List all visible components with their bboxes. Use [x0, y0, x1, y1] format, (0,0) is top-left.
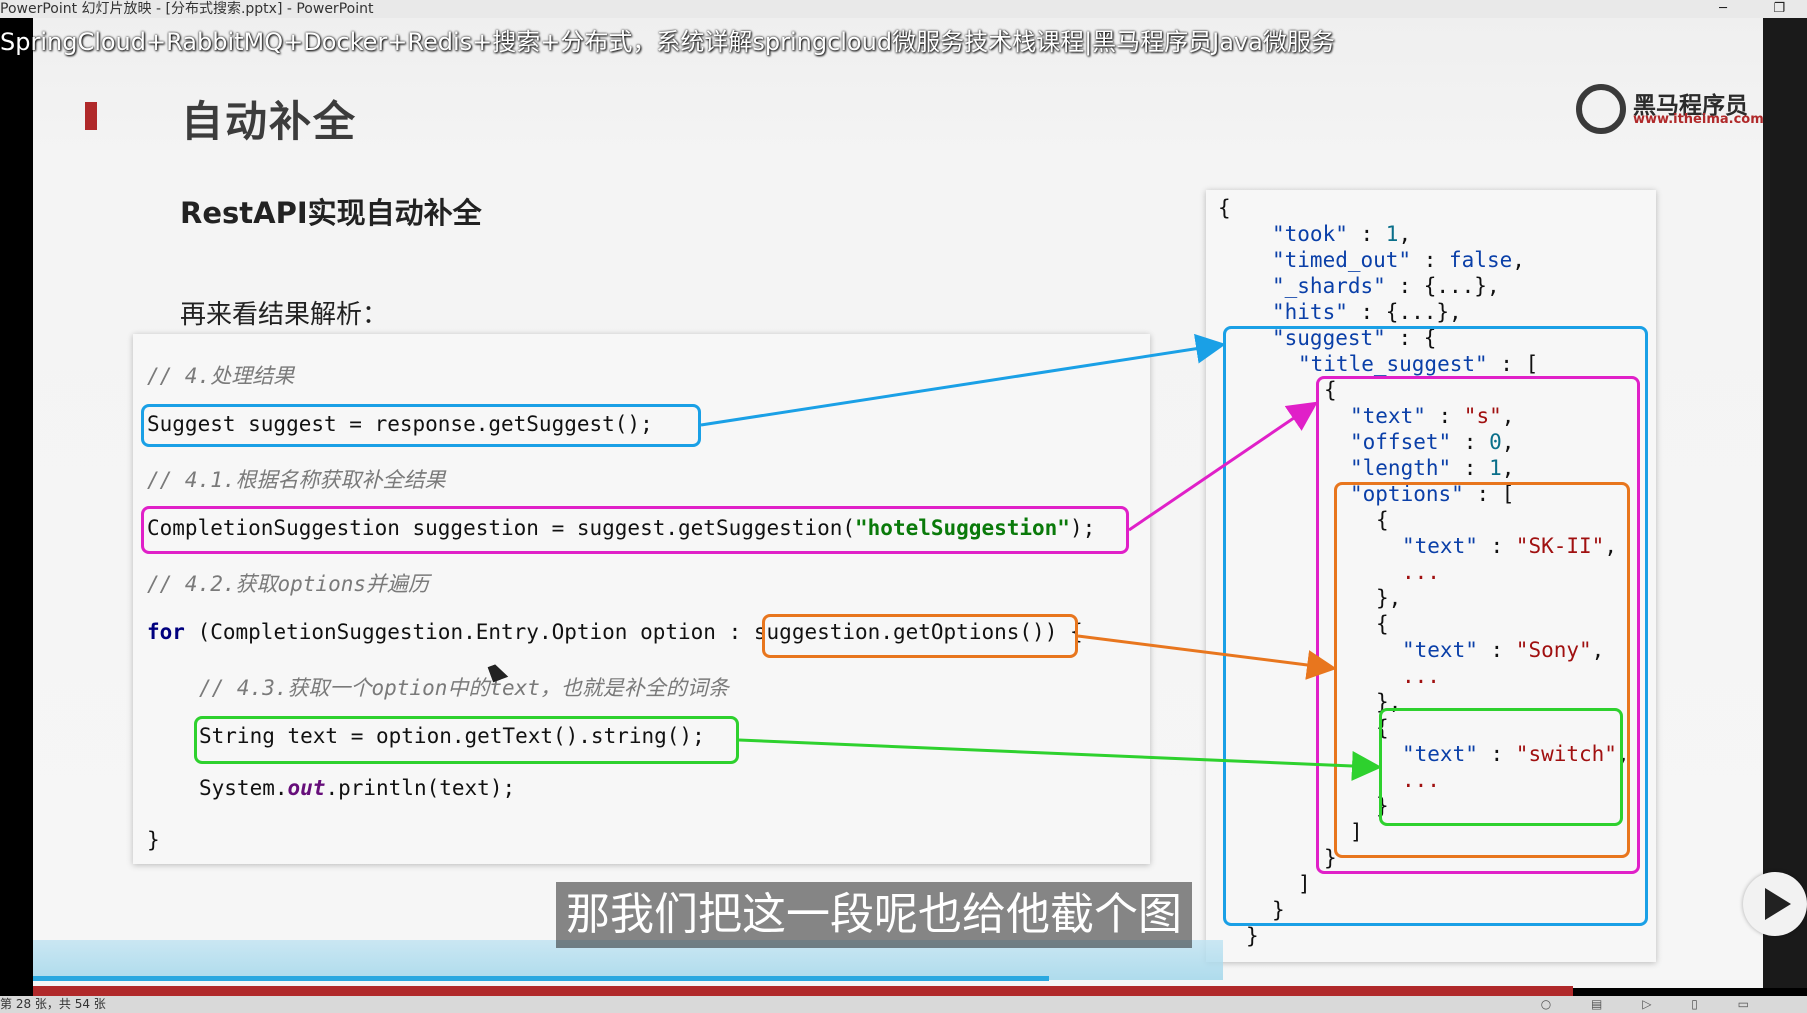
window-title-bar: PowerPoint 幻灯片放映 - [分布式搜索.pptx] - PowerP…: [0, 0, 1807, 18]
video-caption: 那我们把这一段呢也给他截个图: [556, 882, 1192, 948]
json-key: "timed_out": [1272, 248, 1412, 272]
json-value: 1: [1385, 222, 1399, 246]
json-line-hits: "hits" : {...},: [1272, 300, 1462, 324]
code-comment: // 4.2.获取options并遍历: [147, 572, 430, 596]
play-button[interactable]: [1743, 872, 1807, 936]
slide-title: 自动补全: [181, 97, 358, 146]
json-line-timed-out: "timed_out" : false,: [1272, 248, 1525, 272]
play-icon: [1765, 888, 1791, 920]
json-line-shards: "_shards" : {...},: [1272, 274, 1500, 298]
highlight-get-text-line: [194, 716, 739, 764]
json-value: {...}: [1385, 300, 1450, 324]
window-title: PowerPoint 幻灯片放映 - [分布式搜索.pptx] - PowerP…: [0, 1, 374, 17]
code-text: (CompletionSuggestion.Entry.Option optio…: [184, 620, 754, 644]
code-line-println: System.out.println(text);: [199, 776, 515, 800]
slide-counter: 第 28 张，共 54 张: [0, 997, 106, 1011]
slideshow-progress-track[interactable]: [33, 986, 1573, 996]
code-keyword: for: [147, 620, 185, 644]
highlight-suggest-line: [141, 404, 701, 447]
lead-text: 再来看结果解析：: [180, 300, 389, 330]
video-overlay-title: SpringCloud+RabbitMQ+Docker+Redis+搜索+分布式…: [0, 28, 1335, 56]
video-progress-bar[interactable]: [33, 976, 1050, 981]
json-key: "hits": [1272, 300, 1348, 324]
highlight-json-option: [1379, 708, 1623, 826]
json-line-took: "took" : 1,: [1272, 222, 1412, 246]
right-letterbox: [1763, 18, 1807, 988]
title-accent-bar: [85, 102, 97, 130]
highlight-get-suggestion-line: [141, 506, 1129, 554]
left-letterbox: [0, 18, 33, 988]
horse-logo-icon: [1576, 84, 1626, 134]
json-brace: {: [1218, 196, 1231, 220]
itheima-logo: 黑马程序员 www.itheima.com: [1576, 82, 1763, 134]
code-static-field: out: [287, 776, 326, 800]
code-comment: // 4.处理结果: [147, 364, 295, 388]
code-comment: // 4.3.获取一个option中的text，也就是补全的词条: [199, 676, 729, 700]
minimize-icon[interactable]: ─: [1719, 0, 1727, 18]
json-brace: }: [1246, 924, 1259, 948]
status-bar: 第 28 张，共 54 张 ○ ▤ ▷ ▯ ▭: [0, 996, 1807, 1013]
section-heading: RestAPI实现自动补全: [180, 196, 482, 230]
code-closing-brace: }: [147, 828, 160, 852]
code-comment: // 4.1.根据名称获取补全结果: [147, 468, 446, 492]
json-key: "took": [1272, 222, 1348, 246]
code-text: .println(text);: [325, 776, 516, 800]
restore-icon[interactable]: ❐: [1773, 0, 1785, 18]
json-value: {...}: [1423, 274, 1487, 298]
json-value: false: [1449, 248, 1513, 272]
view-controls[interactable]: ○ ▤ ▷ ▯ ▭: [1541, 996, 1767, 1013]
logo-url: www.itheima.com: [1633, 112, 1763, 127]
highlight-get-options: [762, 614, 1078, 658]
code-text: System.: [199, 776, 288, 800]
json-key: "_shards": [1272, 274, 1386, 298]
